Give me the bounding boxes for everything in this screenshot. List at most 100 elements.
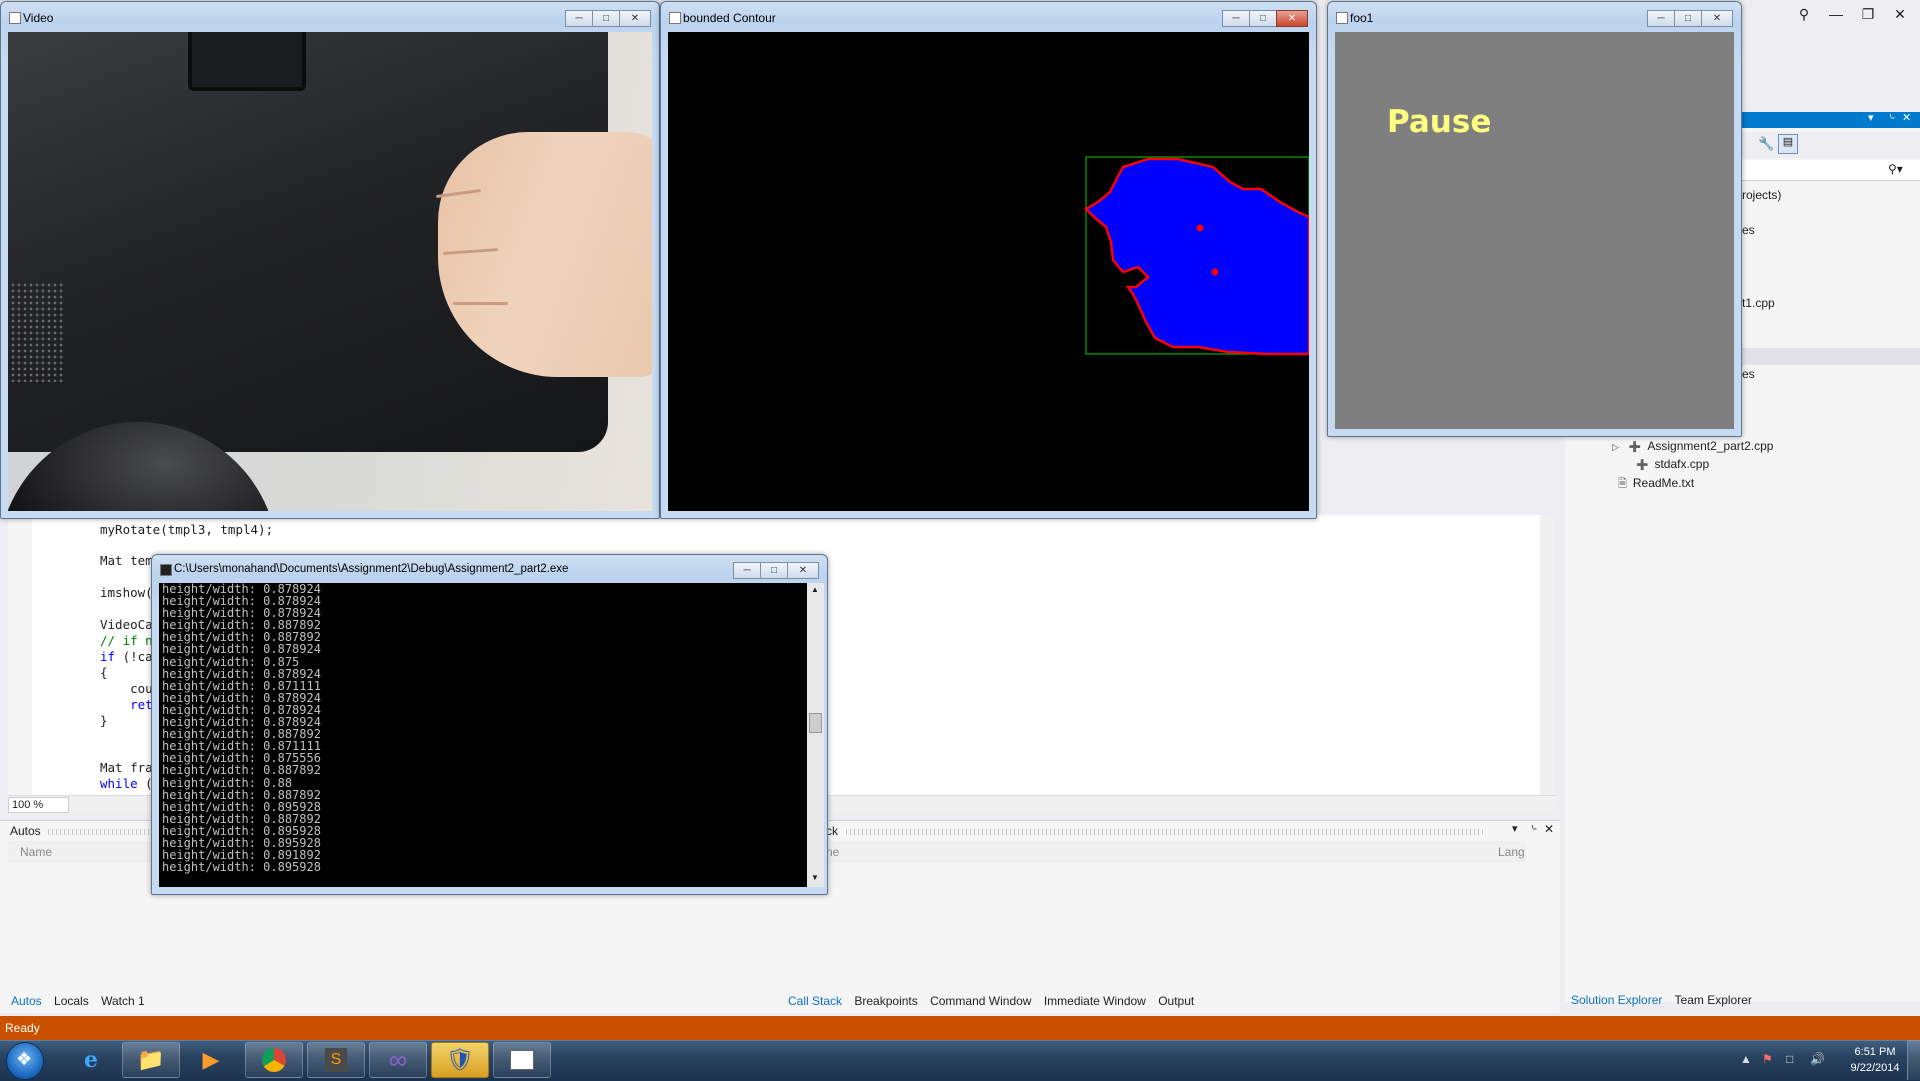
- tab-breakpoints[interactable]: Breakpoints: [854, 994, 917, 1008]
- scroll-up-arrow-icon[interactable]: ▲: [811, 585, 819, 594]
- visual-studio-icon: ∞: [388, 1044, 408, 1075]
- console-output[interactable]: height/width: 0.878924 height/width: 0.87…: [159, 583, 807, 887]
- window-app-icon: [669, 12, 681, 24]
- scroll-down-arrow-icon[interactable]: ▼: [811, 873, 819, 882]
- search-icon: ⚲▾: [1888, 162, 1903, 176]
- minimize-button[interactable]: ─: [1222, 10, 1250, 27]
- tab-solution-explorer[interactable]: Solution Explorer: [1571, 993, 1662, 1007]
- vs-minimize-button[interactable]: —: [1822, 6, 1850, 26]
- scroll-thumb[interactable]: [809, 713, 822, 733]
- wrench-icon[interactable]: 🔧: [1758, 136, 1774, 152]
- close-button[interactable]: ✕: [787, 562, 819, 579]
- tree-item-part2-cpp[interactable]: ▷ ➕ Assignment2_part2.cpp: [1612, 439, 1773, 453]
- folder-icon: 📁: [137, 1047, 165, 1072]
- dropdown-arrow-icon[interactable]: ▾: [1512, 822, 1518, 835]
- solution-tabs: Solution Explorer Team Explorer: [1571, 993, 1761, 1007]
- chrome-icon: [262, 1048, 286, 1072]
- tab-output[interactable]: Output: [1158, 994, 1194, 1008]
- contour-canvas: [668, 32, 1309, 511]
- solution-search-field[interactable]: ⚲▾: [1742, 160, 1920, 181]
- selected-tree-row[interactable]: [1742, 348, 1920, 365]
- vs-close-button[interactable]: ✕: [1886, 6, 1914, 26]
- taskbar-console-app[interactable]: [493, 1042, 551, 1078]
- cpp-file-icon: ➕: [1628, 442, 1642, 453]
- autos-tabs: Autos Locals Watch 1: [11, 994, 154, 1008]
- close-button[interactable]: ✕: [1701, 10, 1733, 27]
- tree-item-projects[interactable]: rojects): [1742, 188, 1781, 202]
- video-window[interactable]: Video ─ □ ✕: [0, 1, 660, 519]
- tab-watch-1[interactable]: Watch 1: [101, 994, 145, 1008]
- name-column-header[interactable]: ne: [826, 845, 839, 859]
- tab-immediate-window[interactable]: Immediate Window: [1044, 994, 1146, 1008]
- maximize-button[interactable]: □: [1249, 10, 1277, 27]
- vs-restore-button[interactable]: ❐: [1854, 6, 1882, 26]
- console-line: height/width: 0.895928: [162, 860, 321, 875]
- volume-icon[interactable]: 🔊: [1810, 1052, 1825, 1066]
- autos-title: Autos: [10, 824, 41, 838]
- show-desktop-button[interactable]: [1907, 1040, 1920, 1080]
- console-line: height/width: 0.875: [162, 654, 300, 669]
- tab-autos[interactable]: Autos: [11, 994, 42, 1008]
- tab-team-explorer[interactable]: Team Explorer: [1675, 993, 1752, 1007]
- pin-icon[interactable]: ⌎: [1886, 111, 1895, 124]
- tree-item-folder[interactable]: es: [1742, 223, 1755, 237]
- maximize-button[interactable]: □: [1674, 10, 1702, 27]
- pause-label: Pause: [1387, 104, 1492, 140]
- maximize-button[interactable]: □: [592, 10, 620, 27]
- call-stack-panel: ck ▾ ⌎ ✕ ne Lang Call Stack Breakpoints …: [780, 820, 1560, 1013]
- editor-vertical-scrollbar[interactable]: [1540, 515, 1554, 795]
- taskbar-visual-studio[interactable]: ∞: [369, 1042, 427, 1078]
- taskbar-file-explorer[interactable]: 📁: [122, 1042, 180, 1078]
- close-button[interactable]: ✕: [1276, 10, 1308, 27]
- show-hidden-icons-icon[interactable]: ▲: [1740, 1052, 1752, 1066]
- start-button[interactable]: ❖: [6, 1042, 44, 1080]
- console-line: height/width: 0.878924: [162, 642, 321, 657]
- taskbar-sublime-text[interactable]: S: [307, 1042, 365, 1078]
- expand-arrow-icon[interactable]: ▷: [1612, 442, 1619, 452]
- minimize-button[interactable]: ─: [1647, 10, 1675, 27]
- text-file-icon: 🗎: [1618, 478, 1627, 490]
- pin-icon[interactable]: ⌎: [1528, 822, 1537, 835]
- tree-item-readme[interactable]: 🗎 ReadMe.txt: [1618, 475, 1694, 494]
- dropdown-arrow-icon[interactable]: ▾: [1868, 111, 1874, 124]
- close-icon[interactable]: ✕: [1902, 111, 1911, 124]
- zoom-level-dropdown[interactable]: 100 %: [8, 797, 69, 813]
- contour-window[interactable]: bounded Contour ─ □ ✕: [660, 1, 1317, 519]
- center-point: [1211, 268, 1219, 276]
- code-keyword: if: [100, 649, 116, 664]
- close-button[interactable]: ✕: [619, 10, 651, 27]
- taskbar-clock[interactable]: 6:51 PM 9/22/2014: [1845, 1044, 1905, 1076]
- console-line: height/width: 0.887892: [162, 763, 321, 778]
- console-scrollbar[interactable]: ▲ ▼: [807, 583, 824, 887]
- tree-item-part1-cpp[interactable]: t1.cpp: [1742, 296, 1775, 310]
- minimize-button[interactable]: ─: [565, 10, 593, 27]
- taskbar-internet-explorer[interactable]: e: [62, 1042, 120, 1078]
- tab-locals[interactable]: Locals: [54, 994, 89, 1008]
- minimize-button[interactable]: ─: [733, 562, 761, 579]
- foo1-window[interactable]: foo1 ─ □ ✕ Pause: [1327, 1, 1742, 437]
- tab-call-stack[interactable]: Call Stack: [788, 994, 842, 1008]
- console-line: height/width: 0.887892: [162, 787, 321, 802]
- clock-time: 6:51 PM: [1854, 1046, 1896, 1058]
- finger-crease: [453, 302, 508, 305]
- maximize-button[interactable]: □: [760, 562, 788, 579]
- debug-tabs: Call Stack Breakpoints Command Window Im…: [788, 994, 1203, 1008]
- windows-logo-icon: ❖: [16, 1049, 33, 1069]
- call-stack-column-header: ne Lang: [826, 841, 1526, 863]
- properties-icon[interactable]: ▤: [1778, 134, 1798, 154]
- name-column-header[interactable]: Name: [20, 845, 52, 859]
- quick-launch-search-icon[interactable]: ⚲: [1790, 6, 1818, 26]
- window-title: C:\Users\monahand\Documents\Assignment2\…: [174, 563, 569, 575]
- console-window[interactable]: C:\Users\monahand\Documents\Assignment2\…: [151, 554, 828, 895]
- tab-command-window[interactable]: Command Window: [930, 994, 1031, 1008]
- tree-item-stdafx-cpp[interactable]: ➕ stdafx.cpp: [1636, 457, 1709, 471]
- taskbar-media-player[interactable]: ▶: [182, 1042, 240, 1078]
- taskbar-security[interactable]: 🛡: [431, 1042, 489, 1078]
- network-icon[interactable]: □: [1786, 1052, 1793, 1066]
- action-center-icon[interactable]: ⚑: [1762, 1052, 1773, 1066]
- close-icon[interactable]: ✕: [1544, 822, 1554, 836]
- language-column-header[interactable]: Lang: [1498, 845, 1525, 859]
- console-window-icon: [510, 1050, 534, 1070]
- taskbar-chrome[interactable]: [245, 1042, 303, 1078]
- tree-item-folder-2[interactable]: es: [1742, 367, 1755, 381]
